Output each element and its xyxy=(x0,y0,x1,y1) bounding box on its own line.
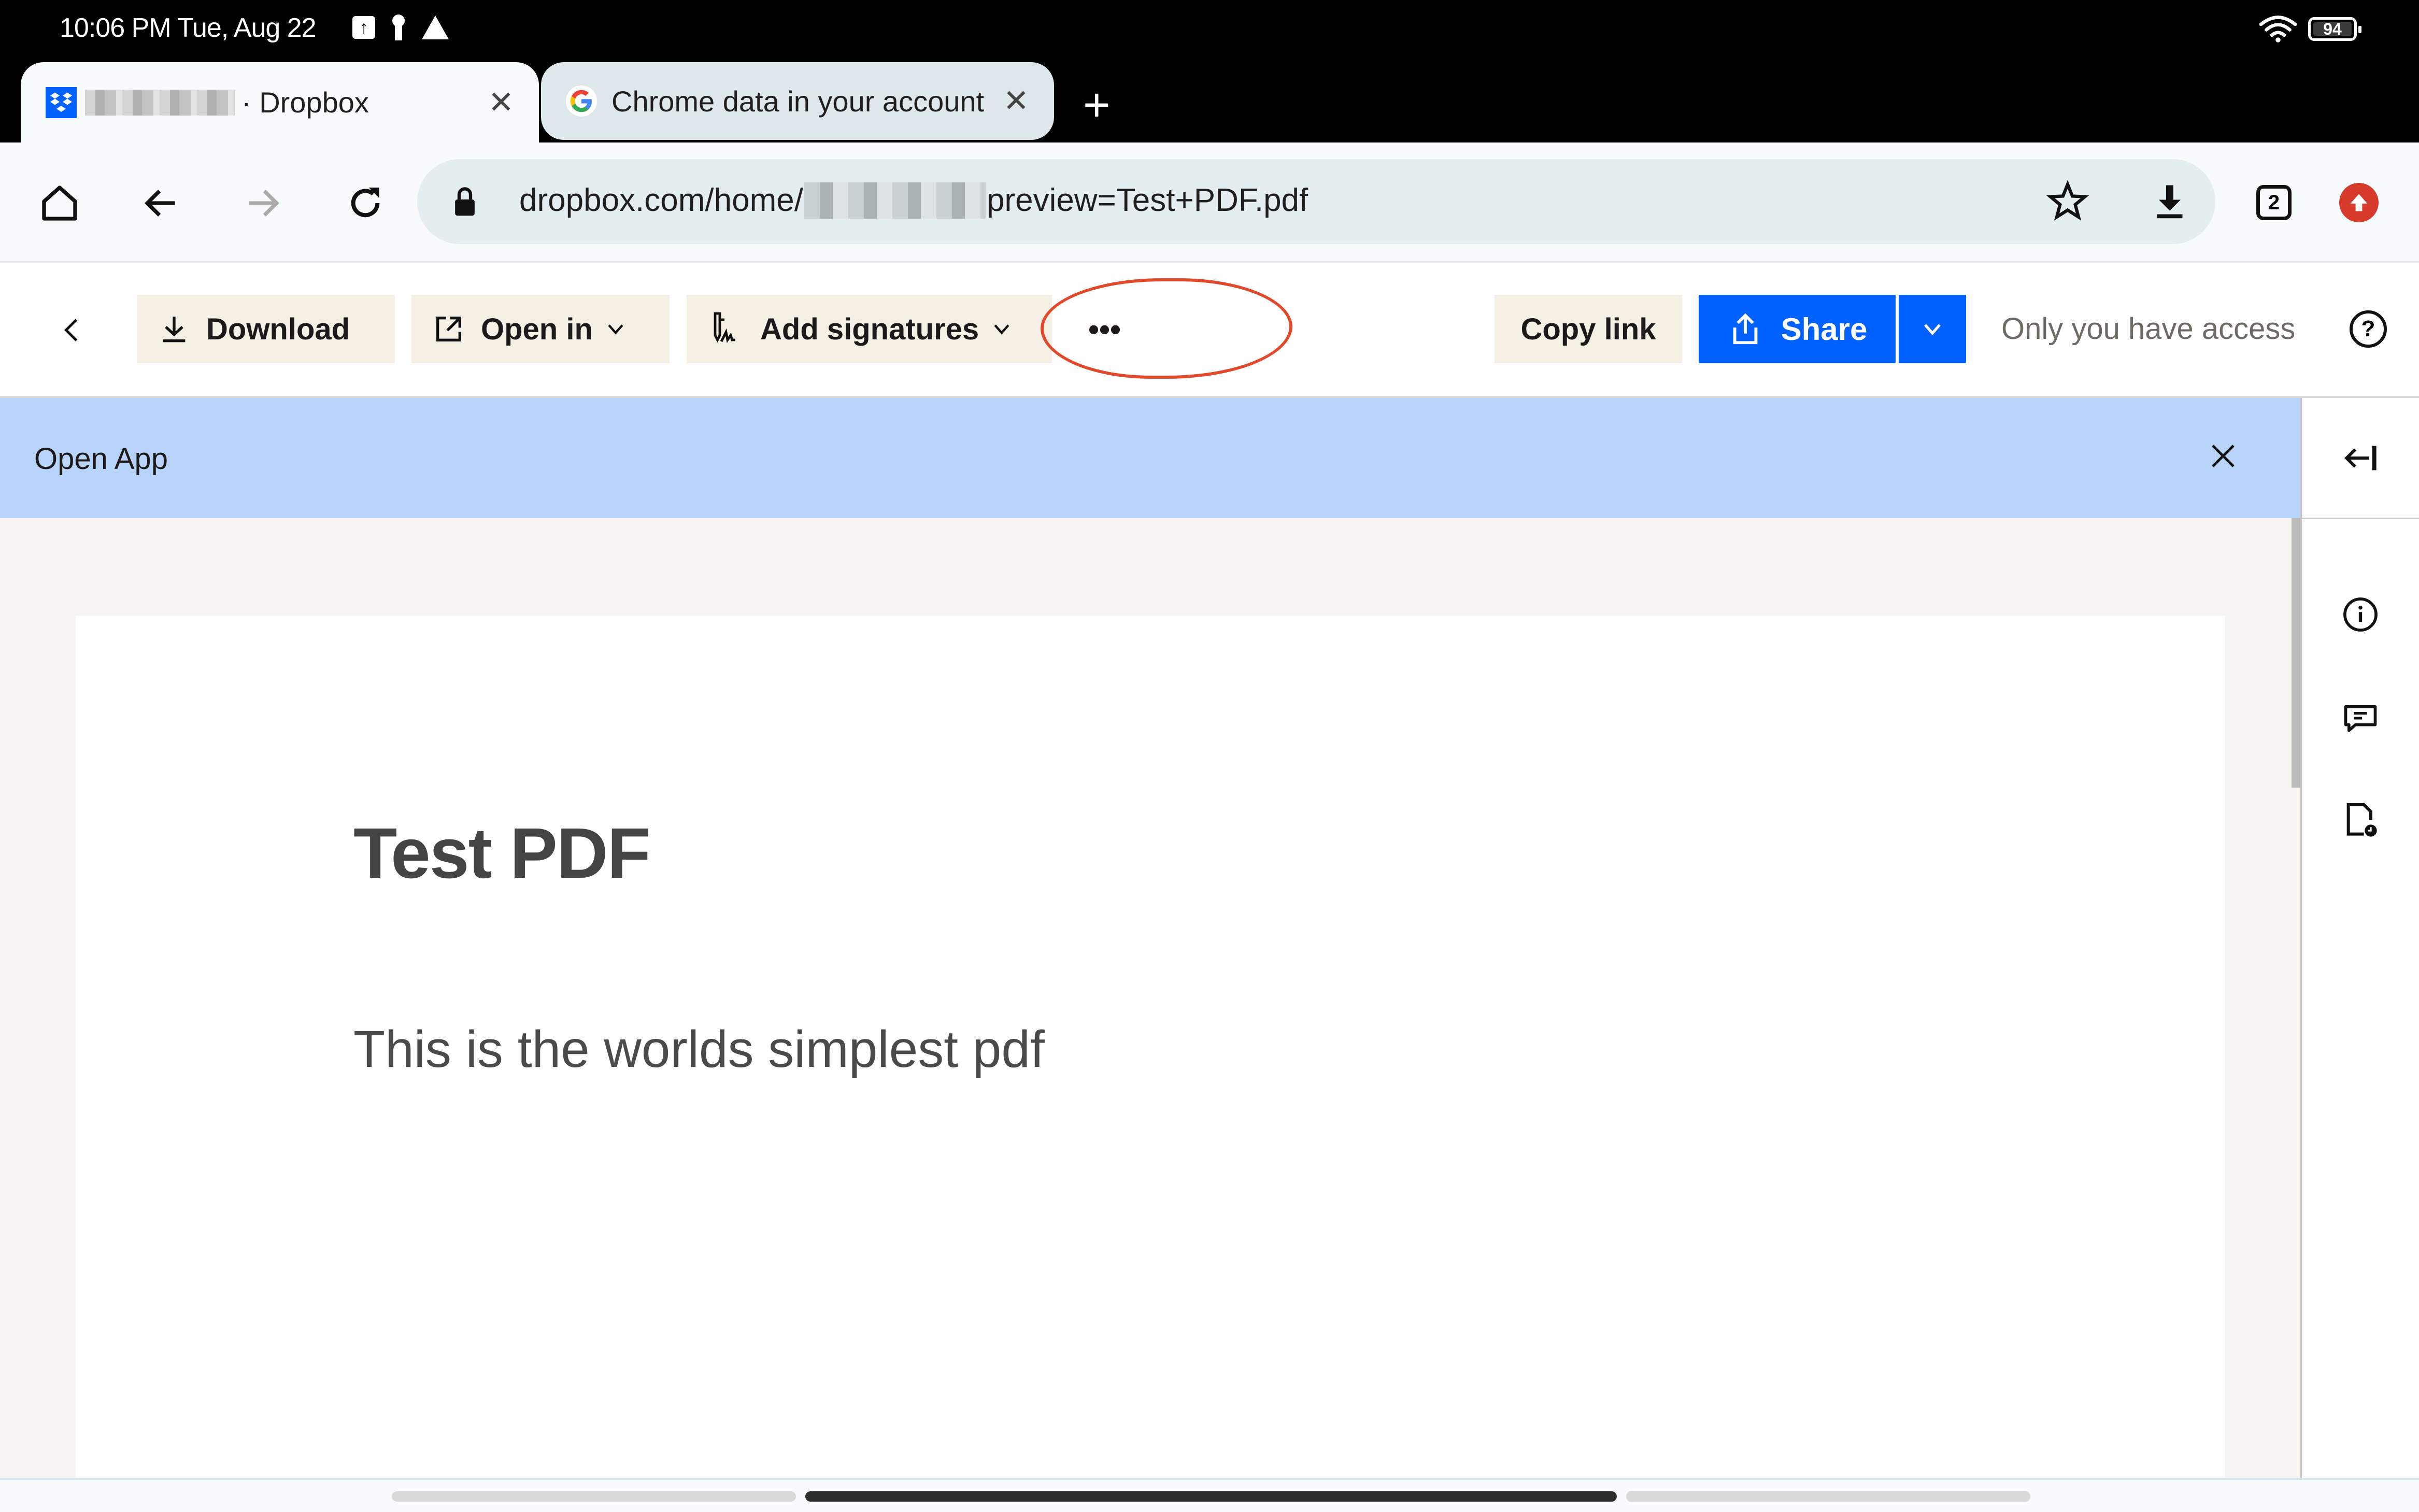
browser-toolbar: dropbox.com/home/ preview=Test+PDF.pdf 2 xyxy=(0,142,2419,263)
url-prefix: dropbox.com/home/ xyxy=(519,182,803,218)
open-in-label: Open in xyxy=(481,312,593,346)
current-app-segment[interactable] xyxy=(805,1491,1617,1502)
redacted-tab-title xyxy=(85,89,235,116)
open-in-button[interactable]: Open in xyxy=(411,295,670,363)
document-title: Test PDF xyxy=(353,814,651,893)
document-body: This is the worlds simplest pdf xyxy=(353,1020,1045,1078)
status-system-icons: 94 xyxy=(2259,15,2361,44)
tab-strip: · Dropbox ✕ Chrome data in your account … xyxy=(0,62,2419,142)
home-button[interactable] xyxy=(36,180,83,226)
close-tab-icon[interactable]: ✕ xyxy=(1003,85,1029,117)
lock-icon xyxy=(455,187,475,216)
close-icon xyxy=(2212,445,2235,467)
redacted-url-segment xyxy=(804,182,986,219)
tab-dropbox[interactable]: · Dropbox ✕ xyxy=(21,62,539,142)
share-upload-icon xyxy=(1733,313,1757,345)
tab-count: 2 xyxy=(2268,191,2280,214)
download-icon xyxy=(163,317,186,343)
url-suffix: preview=Test+PDF.pdf xyxy=(986,182,1308,218)
upload-icon: ↑ xyxy=(352,16,375,39)
comments-button[interactable] xyxy=(2302,698,2419,738)
status-bar: 10:06 PM Tue, Aug 22 ↑ 94 xyxy=(0,0,2419,62)
arrow-up-icon xyxy=(2350,194,2368,211)
collapse-panel-icon xyxy=(2344,446,2377,470)
external-link-icon xyxy=(436,317,461,341)
url-text[interactable]: dropbox.com/home/ preview=Test+PDF.pdf xyxy=(519,182,1308,219)
download-page-button[interactable] xyxy=(2146,178,2193,225)
arrow-right-icon xyxy=(249,190,279,217)
dropbox-icon xyxy=(46,87,77,118)
open-app-label[interactable]: Open App xyxy=(34,441,168,476)
chevron-down-icon xyxy=(994,324,1009,335)
signature-pen-icon xyxy=(714,312,735,344)
recent-app-segment[interactable] xyxy=(1626,1491,2030,1502)
back-to-folder-button[interactable] xyxy=(52,309,93,351)
status-time: 10:06 PM Tue, Aug 22 xyxy=(60,13,317,43)
open-app-banner[interactable]: Open App xyxy=(0,398,2300,518)
close-banner-button[interactable] xyxy=(2202,435,2244,477)
file-action-bar: Download Open in Add signatures ••• Copy… xyxy=(0,263,2419,398)
wifi-icon xyxy=(2259,16,2297,42)
collapse-sidebar-button[interactable] xyxy=(2302,398,2419,519)
warning-icon xyxy=(422,16,449,39)
new-tab-button[interactable]: + xyxy=(1083,82,1111,129)
help-button[interactable]: ? xyxy=(2350,310,2387,348)
status-notification-icons: ↑ xyxy=(352,15,449,40)
help-icon: ? xyxy=(2361,316,2375,341)
share-label: Share xyxy=(1781,311,1868,347)
home-icon xyxy=(42,186,77,221)
star-icon xyxy=(2046,180,2089,221)
copy-link-button[interactable]: Copy link xyxy=(1495,295,1682,363)
info-button[interactable] xyxy=(2302,595,2419,634)
download-icon xyxy=(2157,185,2183,219)
google-icon xyxy=(566,85,597,117)
more-dots-icon: ••• xyxy=(1088,311,1121,347)
vertical-scrollbar[interactable] xyxy=(2292,518,2300,788)
document-viewer: Test PDF This is the worlds simplest pdf xyxy=(0,518,2300,1478)
back-button[interactable] xyxy=(138,180,184,226)
chevron-left-icon xyxy=(64,319,78,341)
tab-switcher-button[interactable]: 2 xyxy=(2256,185,2292,220)
tab-chrome-data[interactable]: Chrome data in your account ✕ xyxy=(541,62,1054,140)
share-options-dropdown[interactable] xyxy=(1899,295,1966,363)
battery-indicator: 94 xyxy=(2308,17,2361,41)
close-tab-icon[interactable]: ✕ xyxy=(488,87,514,118)
recent-app-segment[interactable] xyxy=(392,1491,796,1502)
address-bar[interactable]: dropbox.com/home/ preview=Test+PDF.pdf xyxy=(417,159,2215,244)
info-icon xyxy=(2343,597,2378,632)
battery-level: 94 xyxy=(2323,19,2342,38)
share-button[interactable]: Share xyxy=(1699,295,1896,363)
pdf-page: Test PDF This is the worlds simplest pdf xyxy=(76,616,2225,1478)
reload-icon xyxy=(351,188,380,218)
add-signatures-label: Add signatures xyxy=(760,312,979,346)
keyhole-icon xyxy=(391,15,406,40)
chevron-down-icon xyxy=(608,324,623,335)
forward-button[interactable] xyxy=(239,180,286,226)
update-chrome-button[interactable] xyxy=(2339,183,2379,222)
tab-title: Chrome data in your account xyxy=(611,84,985,118)
file-activity-button[interactable] xyxy=(2302,800,2419,841)
bookmark-button[interactable] xyxy=(2044,178,2091,225)
access-status: Only you have access xyxy=(2001,312,2296,346)
download-label: Download xyxy=(206,312,350,346)
download-button[interactable]: Download xyxy=(137,295,395,363)
tab-title: · Dropbox xyxy=(241,86,369,119)
add-signatures-button[interactable]: Add signatures xyxy=(687,295,1052,363)
reload-button[interactable] xyxy=(342,180,389,226)
arrow-left-icon xyxy=(145,190,175,217)
file-history-icon xyxy=(2346,803,2377,837)
chevron-down-icon xyxy=(1924,324,1941,335)
copy-link-label: Copy link xyxy=(1520,312,1656,346)
more-actions-button[interactable]: ••• xyxy=(1052,295,1156,363)
comment-icon xyxy=(2344,705,2377,732)
right-sidebar xyxy=(2300,398,2419,1478)
bottom-taskbar xyxy=(0,1478,2419,1512)
